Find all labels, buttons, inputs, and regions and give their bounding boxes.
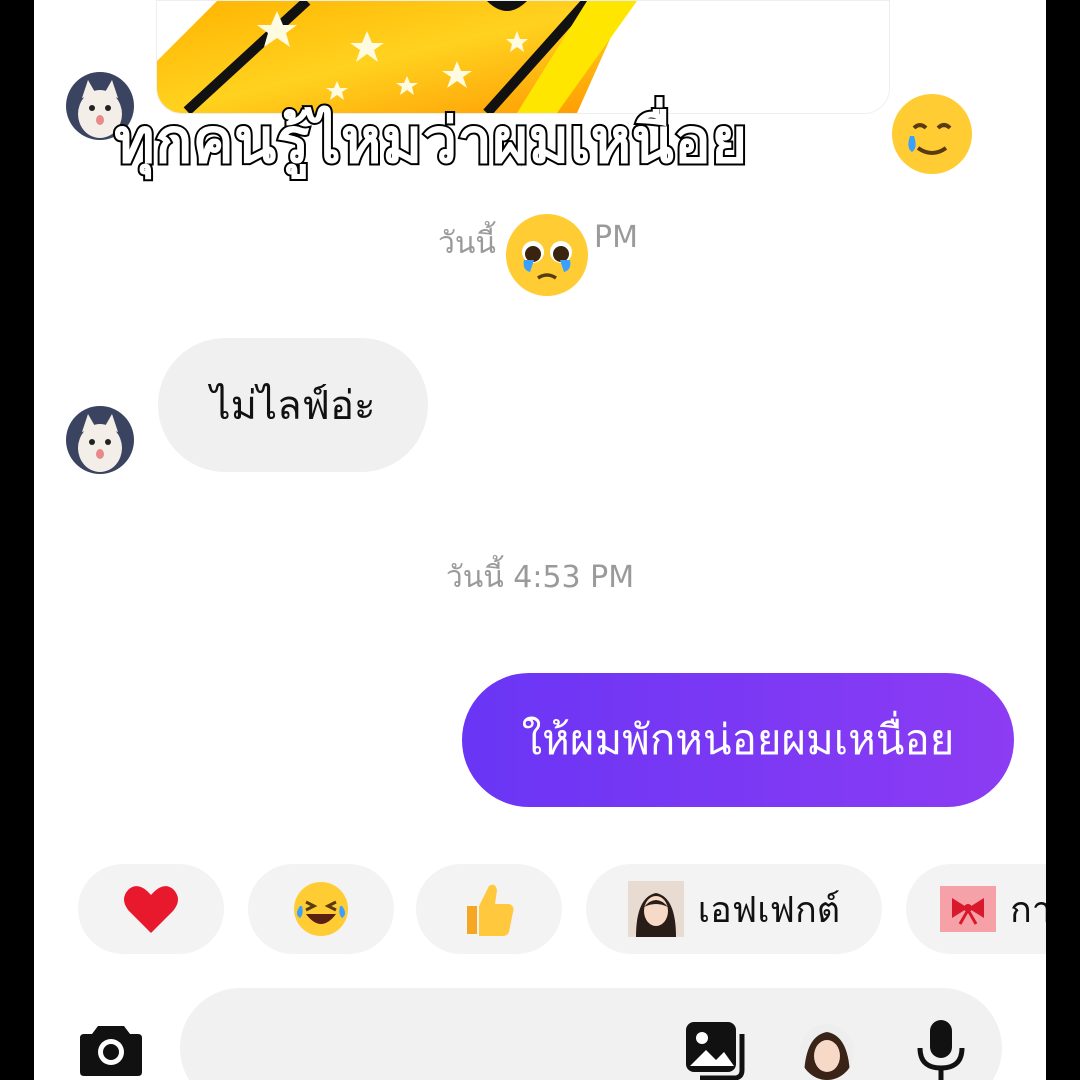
effect-button[interactable]: เอฟเฟกต์ [586, 864, 882, 954]
pleading-face-icon [504, 212, 590, 302]
contact-avatar[interactable] [66, 406, 134, 474]
gallery-icon [686, 1022, 745, 1080]
camera-button[interactable] [78, 1020, 144, 1080]
reaction-laugh-button[interactable] [248, 864, 394, 954]
timestamp-prefix: วันนี้ [438, 226, 496, 261]
message-input[interactable] [180, 988, 1002, 1080]
reaction-heart-button[interactable] [78, 864, 224, 954]
outgoing-message-bubble[interactable]: ให้ผมพักหน่อยผมเหนื่อย [462, 673, 1014, 807]
gallery-button[interactable] [684, 1020, 748, 1080]
outgoing-message-text: ให้ผมพักหน่อยผมเหนื่อย [521, 715, 955, 764]
avatar-icon [800, 1024, 854, 1080]
gift-label: กา [1010, 889, 1046, 931]
avatar-button[interactable] [800, 1024, 854, 1080]
microphone-button[interactable] [914, 1018, 968, 1080]
heart-icon [124, 886, 178, 933]
chat-screen: ทุกคนรู้ไหมว่าผมเหนื่อย วันนี้ PM ไม่ไลฟ… [34, 0, 1046, 1080]
reaction-thumbs-up-button[interactable] [416, 864, 562, 954]
timestamp: วันนี้ 4:53 PM [445, 560, 635, 595]
effect-avatar-icon [627, 881, 684, 937]
gift-icon [940, 886, 996, 932]
gift-button[interactable]: กา [906, 864, 1046, 954]
timestamp-suffix: PM [594, 220, 638, 255]
microphone-icon [917, 1020, 965, 1080]
effect-label: เอฟเฟกต์ [697, 889, 841, 931]
smiling-face-with-tear-icon [890, 92, 974, 180]
cat-avatar-icon [66, 406, 134, 474]
incoming-message-bubble[interactable]: ไม่ไลฟ์อ่ะ [158, 338, 428, 472]
overlay-caption: ทุกคนรู้ไหมว่าผมเหนื่อย [112, 102, 749, 179]
incoming-message-text: ไม่ไลฟ์อ่ะ [210, 383, 376, 429]
laughing-tears-icon [294, 882, 348, 936]
camera-icon [80, 1026, 142, 1076]
thumbs-up-icon [467, 884, 514, 936]
